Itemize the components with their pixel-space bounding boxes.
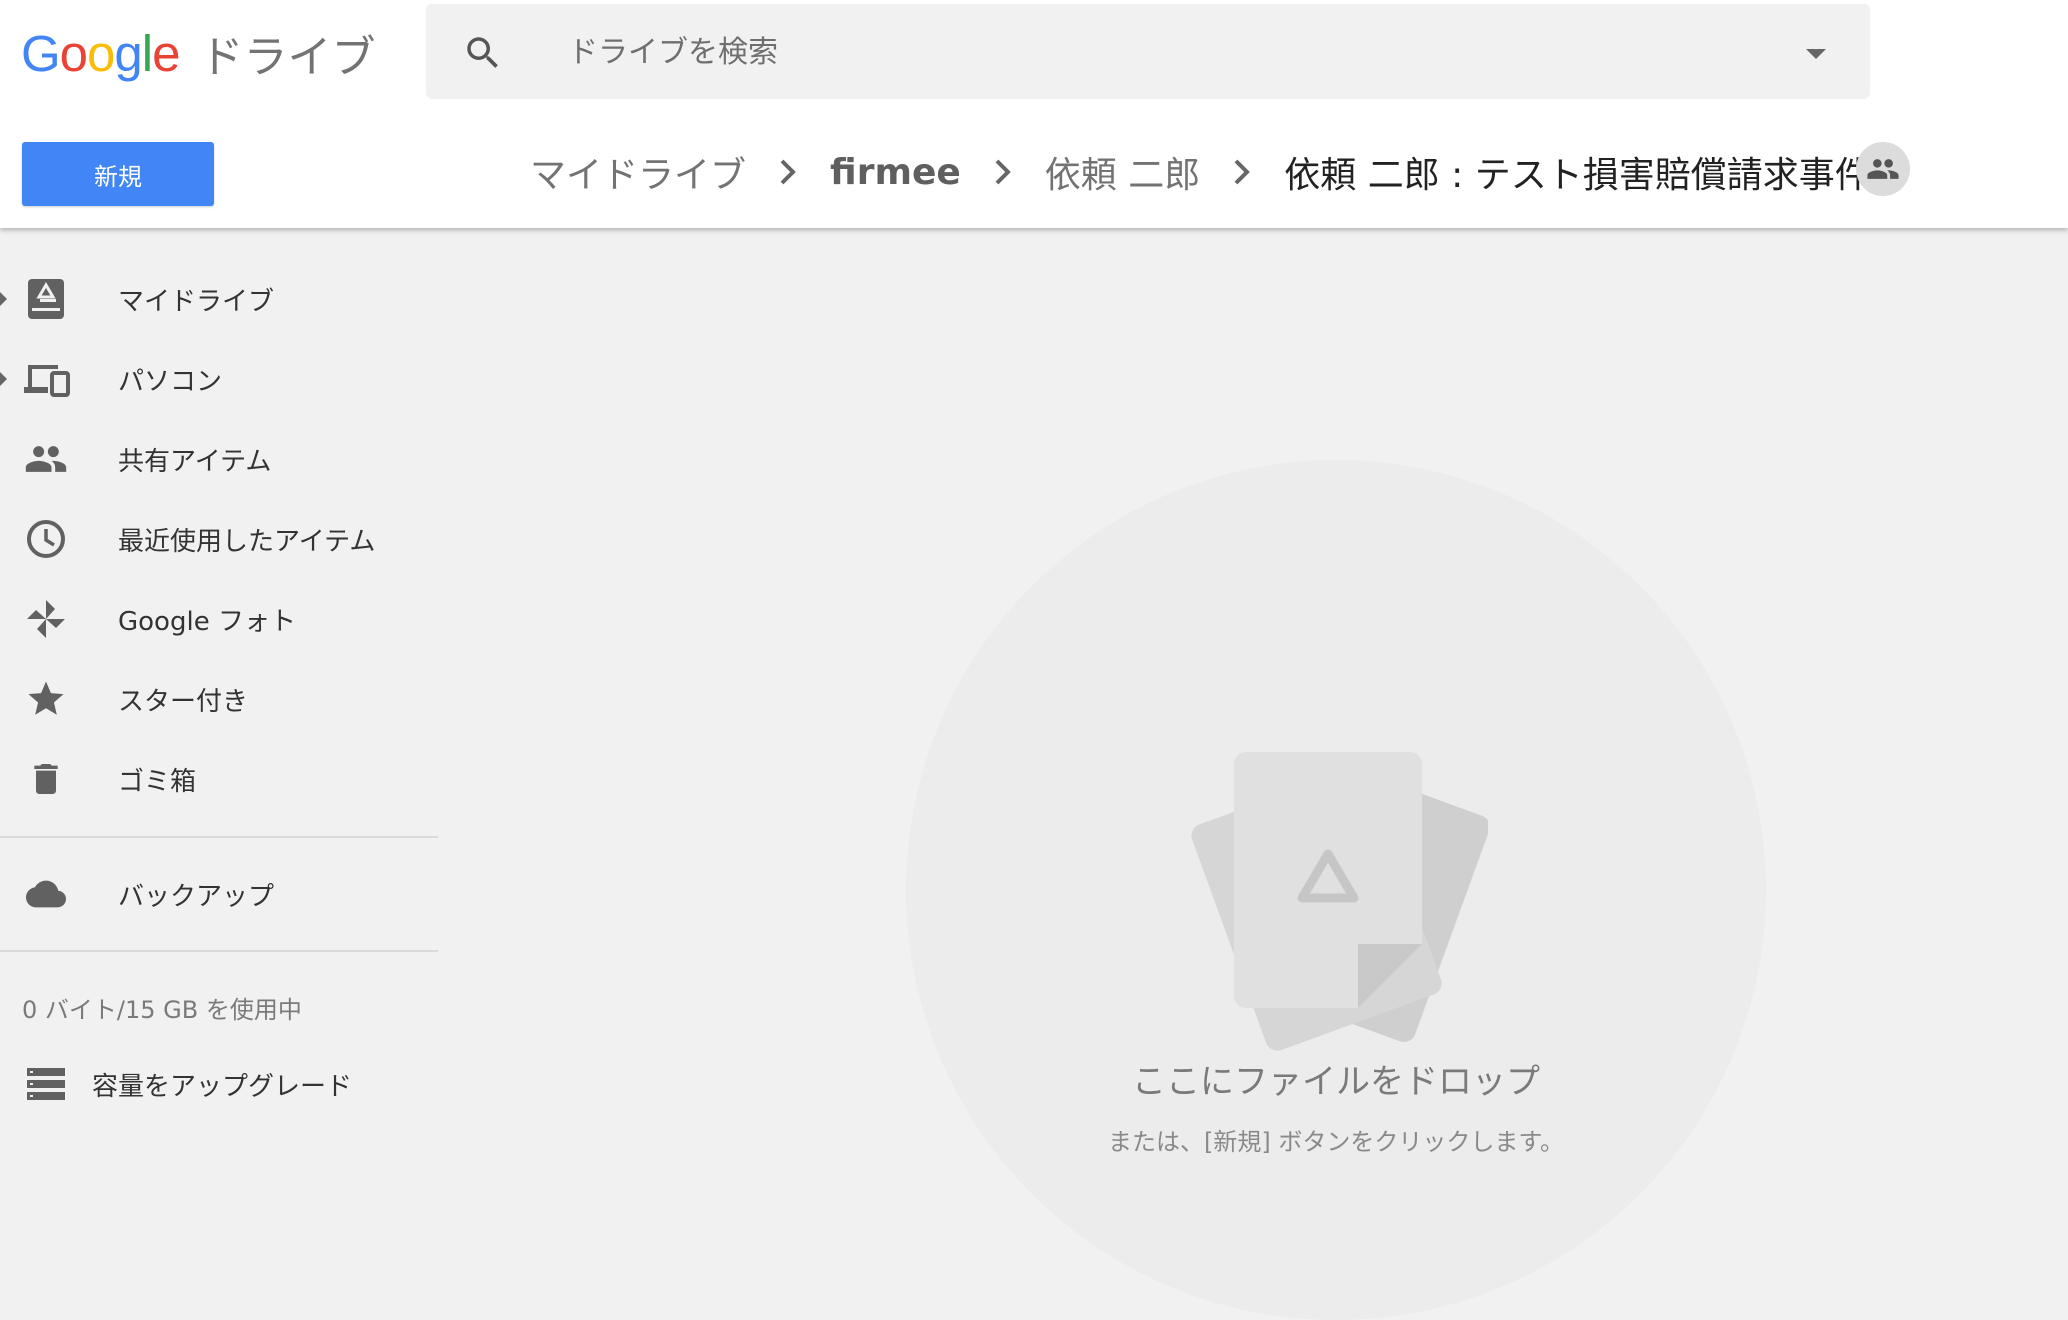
sidebar: マイドライブ パソコン 共有アイテム 最近使用したアイテム Google フォト… (0, 228, 440, 1190)
sidebar-item-computers[interactable]: パソコン (0, 343, 440, 415)
new-button[interactable]: 新規 (22, 142, 214, 206)
drive-logo[interactable]: Google ドライブ (21, 18, 376, 88)
sidebar-item-my-drive[interactable]: マイドライブ (0, 263, 440, 335)
sidebar-item-starred[interactable]: スター付き (0, 663, 440, 735)
people-icon (22, 435, 70, 483)
sidebar-item-label: パソコン (118, 366, 223, 397)
cloud-icon (22, 870, 70, 918)
sidebar-item-recent[interactable]: 最近使用したアイテム (0, 503, 440, 575)
sidebar-item-label: ゴミ箱 (118, 766, 197, 797)
sidebar-item-label: スター付き (118, 686, 249, 717)
sidebar-item-label: 共有アイテム (118, 446, 272, 477)
computers-icon (22, 355, 70, 403)
trash-icon (22, 755, 70, 803)
search-input[interactable] (566, 4, 1670, 101)
drop-subtitle: または、[新規] ボタンをクリックします。 (1108, 1128, 1564, 1156)
top-header: Google ドライブ 新規 マイドライブ firmee 依頼 二郎 依頼 二郎… (0, 0, 2068, 228)
drop-files-illustration (1191, 752, 1488, 1051)
chevron-right-icon (1214, 152, 1270, 192)
sidebar-item-label: バックアップ (118, 881, 275, 912)
breadcrumb-item-my-drive[interactable]: マイドライブ (530, 146, 746, 198)
clock-icon (22, 515, 70, 563)
sidebar-divider (0, 950, 438, 952)
chevron-right-icon (975, 152, 1031, 192)
breadcrumb: マイドライブ firmee 依頼 二郎 依頼 二郎 : テスト損害賠償請求事件 (530, 140, 1909, 204)
sidebar-item-label: 最近使用したアイテム (118, 526, 376, 557)
sidebar-divider (0, 836, 438, 838)
star-icon (22, 675, 70, 723)
upgrade-storage-label: 容量をアップグレード (92, 1071, 353, 1102)
sidebar-item-label: マイドライブ (118, 286, 275, 317)
sidebar-item-backup[interactable]: バックアップ (0, 858, 440, 930)
search-bar[interactable] (426, 4, 1870, 101)
sidebar-item-trash[interactable]: ゴミ箱 (0, 743, 440, 815)
breadcrumb-item-current-folder[interactable]: 依頼 二郎 : テスト損害賠償請求事件 (1284, 146, 1870, 198)
pinwheel-icon (22, 595, 70, 643)
sidebar-item-google-photos[interactable]: Google フォト (0, 583, 440, 655)
search-icon[interactable] (462, 32, 504, 74)
storage-usage-text: 0 バイト/15 GB を使用中 (22, 996, 302, 1024)
chevron-right-icon (760, 152, 816, 192)
sidebar-item-shared[interactable]: 共有アイテム (0, 423, 440, 495)
google-logo-text: Google (21, 24, 181, 82)
drop-title: ここにファイルをドロップ (1132, 1062, 1540, 1102)
shared-folder-people-icon[interactable] (1856, 142, 1910, 196)
expand-arrow-icon[interactable] (0, 372, 7, 386)
expand-arrow-icon[interactable] (0, 292, 7, 306)
product-name: ドライブ (199, 32, 376, 83)
search-options-dropdown-icon[interactable] (1806, 49, 1826, 59)
sidebar-item-label: Google フォト (118, 606, 296, 637)
breadcrumb-item-client[interactable]: 依頼 二郎 (1045, 146, 1200, 198)
upgrade-storage-link[interactable]: 容量をアップグレード (0, 1048, 440, 1120)
my-drive-icon (22, 275, 70, 323)
breadcrumb-item-firmee[interactable]: firmee (830, 152, 961, 193)
storage-icon (22, 1060, 70, 1108)
main-content[interactable]: ここにファイルをドロップ または、[新規] ボタンをクリックします。 (440, 228, 2068, 1320)
